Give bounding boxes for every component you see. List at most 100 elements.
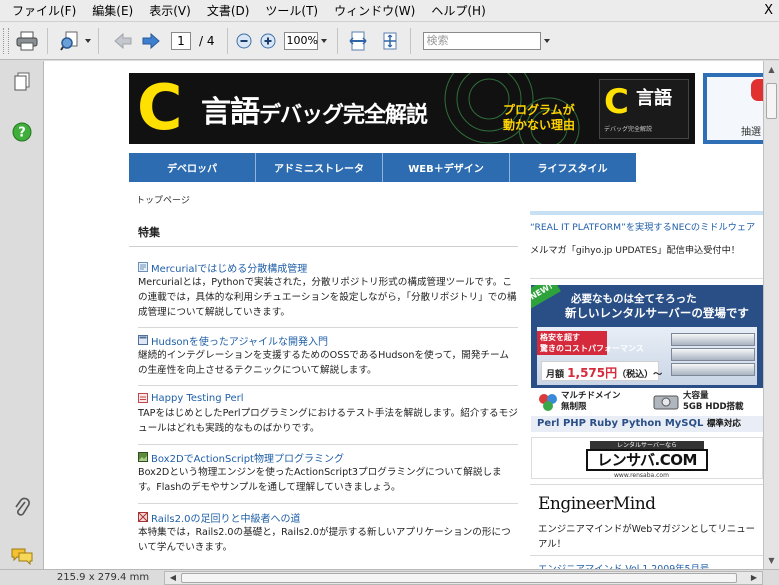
- menu-view[interactable]: 表示(V): [141, 0, 199, 22]
- scroll-left-button[interactable]: ◀: [166, 572, 180, 584]
- rensaba-url: www.rensaba.com: [614, 472, 669, 479]
- zoom-select[interactable]: 100%: [283, 31, 327, 50]
- next-page-button[interactable]: [137, 27, 165, 55]
- menu-tools[interactable]: ツール(T): [257, 0, 326, 22]
- previous-page-button[interactable]: [109, 27, 137, 55]
- comments-panel-button[interactable]: [11, 545, 33, 567]
- zoom-in-button[interactable]: [258, 27, 278, 55]
- arrow-right-icon: [142, 32, 160, 49]
- article-title-link[interactable]: Box2DでActionScript物理プログラミング: [151, 450, 344, 465]
- banner-title: 言語デバッグ完全解説: [201, 87, 428, 131]
- banner-tagline-2: 動かない理由: [503, 118, 576, 132]
- attachments-panel-button[interactable]: [11, 497, 33, 519]
- news-item[interactable]: メルマガ「gihyo.jp UPDATES」配信申込受付中！: [530, 244, 763, 258]
- engineer-mind-text: エンジニアマインドがWebマガジンとしてリニューアル！: [538, 524, 756, 550]
- toolbar-separator: [336, 27, 338, 54]
- nav-developer[interactable]: デベロッパ: [129, 153, 256, 182]
- chevron-down-icon: [84, 38, 91, 43]
- page-number-input[interactable]: 1: [171, 31, 191, 50]
- nav-lifestyle[interactable]: ライフスタイル: [510, 153, 635, 182]
- news-link[interactable]: “REAL IT PLATFORM”を実現するNECのミドルウェア: [530, 221, 763, 235]
- search-field[interactable]: 検索: [422, 31, 550, 50]
- fit-width-icon: [348, 31, 367, 50]
- menu-help[interactable]: ヘルプ(H): [423, 0, 493, 22]
- search-tool-button[interactable]: [58, 27, 92, 55]
- banner-ad[interactable]: C 言語デバッグ完全解説 プログラムが 動かない理由 C 言語 デバッグ完全解説: [129, 73, 695, 144]
- rensaba-ad[interactable]: レンタルサーバーなら レンサバ.COM www.rensaba.com: [531, 437, 763, 479]
- side-ad-text: 抽選: [741, 127, 761, 138]
- fit-page-button[interactable]: [376, 27, 404, 55]
- document-view[interactable]: C 言語デバッグ完全解説 プログラムが 動かない理由 C 言語 デバッグ完全解説…: [44, 61, 763, 569]
- menu-document[interactable]: 文書(D): [199, 0, 258, 22]
- ad-headline-2: 新しいレンタルサーバーの登場です: [565, 306, 749, 320]
- help-panel-button[interactable]: ?: [11, 121, 33, 143]
- article-title-link[interactable]: Mercurialではじめる分散構成管理: [151, 260, 307, 275]
- banner-tagline: プログラムが 動かない理由: [503, 103, 575, 133]
- zoom-in-icon: [260, 33, 275, 48]
- toolbar-separator: [47, 27, 48, 54]
- close-document-button[interactable]: X: [764, 0, 773, 22]
- divider: [138, 327, 518, 328]
- document-icon: [138, 393, 148, 403]
- engineer-mind-link[interactable]: エンジニアマインド Vol.1 2009年5月号: [538, 561, 709, 569]
- hdd-icon: [653, 395, 679, 410]
- document-icon: [138, 335, 148, 345]
- article-title-link[interactable]: Hudsonを使ったアジャイルな開発入門: [151, 333, 328, 348]
- menu-edit[interactable]: 編集(E): [84, 0, 141, 22]
- article-header: Rails2.0の足回りと中級者への道: [138, 510, 518, 525]
- breadcrumb[interactable]: トップページ: [136, 193, 190, 206]
- toolbar-grip[interactable]: [3, 27, 9, 54]
- horizontal-scroll-thumb[interactable]: [181, 573, 737, 583]
- ad-feature-hdd: 大容量 5GB HDD搭載: [683, 391, 744, 415]
- article-item: Box2DでActionScript物理プログラミング Box2Dという物理エン…: [138, 450, 518, 495]
- toolbar-separator: [98, 27, 99, 54]
- new-badge: NEW!: [531, 285, 561, 309]
- side-ad-badge: [751, 79, 763, 101]
- comments-icon: [11, 548, 33, 565]
- vertical-scroll-thumb[interactable]: [766, 83, 777, 119]
- image-icon: [138, 452, 148, 462]
- rental-server-ad[interactable]: NEW! 必要なものは全てそろった 新しいレンタルサーバーの登場です 格安を超す…: [531, 285, 763, 432]
- article-summary: Mercurialとは，Pythonで実装された，分散リポジトリ形式の構成管理ツ…: [138, 277, 517, 318]
- zoom-out-icon: [236, 33, 251, 48]
- book-cover-title: 言語: [636, 88, 672, 109]
- engineer-mind-logo[interactable]: EngineerMind: [538, 494, 656, 514]
- pages-panel-button[interactable]: [11, 71, 33, 93]
- zoom-out-button[interactable]: [234, 27, 254, 55]
- menu-file[interactable]: ファイル(F): [4, 0, 84, 22]
- print-button[interactable]: [13, 27, 41, 55]
- scroll-down-button[interactable]: ▼: [764, 553, 779, 568]
- ad-price: 月額 1,575円（税込）～: [546, 364, 662, 381]
- vertical-scrollbar[interactable]: ▲ ▼: [763, 61, 779, 569]
- zoom-level-field[interactable]: 100%: [283, 31, 318, 50]
- divider: [138, 385, 518, 386]
- domains-icon: [539, 394, 557, 411]
- horizontal-scrollbar[interactable]: ◀ ▶: [164, 571, 763, 585]
- side-ad[interactable]: 抽選: [703, 73, 763, 144]
- scroll-right-button[interactable]: ▶: [747, 572, 761, 584]
- svg-text:?: ?: [18, 126, 26, 141]
- section-title: 特集: [138, 226, 160, 239]
- fit-width-button[interactable]: [344, 27, 372, 55]
- nav-web-design[interactable]: WEB＋デザイン: [383, 153, 510, 182]
- ad-price-box: 月額 1,575円（税込）～: [541, 361, 662, 381]
- toolbar-separator: [226, 27, 228, 54]
- navigation-panel: ?: [0, 61, 44, 569]
- article-summary: 本特集では，Rails2.0の基礎と，Rails2.0が提示する新しいアプリケー…: [138, 527, 511, 553]
- scroll-up-button[interactable]: ▲: [764, 62, 779, 77]
- nav-administrator[interactable]: アドミニストレータ: [256, 153, 383, 182]
- book-cover-image: C 言語 デバッグ完全解説: [599, 79, 689, 139]
- article-item: Happy Testing Perl TAPをはじめとしたPerlプログラミング…: [138, 391, 518, 436]
- server-graphic: [671, 348, 755, 361]
- article-item: Rails2.0の足回りと中級者への道 本特集では，Rails2.0の基礎と，R…: [138, 510, 518, 555]
- menu-window[interactable]: ウィンドウ(W): [326, 0, 423, 22]
- ad-price-prefix: 月額: [546, 370, 565, 380]
- ad-flag: 格安を超す 驚きのコストパフォーマンス: [537, 331, 644, 355]
- arrow-left-icon: [114, 32, 132, 49]
- banner-title-sub: デバッグ完全解説: [259, 103, 428, 128]
- search-input[interactable]: 検索: [422, 31, 541, 50]
- engineer-mind-logo-a: Engineer: [538, 494, 613, 514]
- article-title-link[interactable]: Happy Testing Perl: [151, 393, 244, 404]
- ad-flag-line2: 驚きのコストパフォーマンス: [540, 344, 644, 353]
- article-title-link[interactable]: Rails2.0の足回りと中級者への道: [151, 510, 301, 525]
